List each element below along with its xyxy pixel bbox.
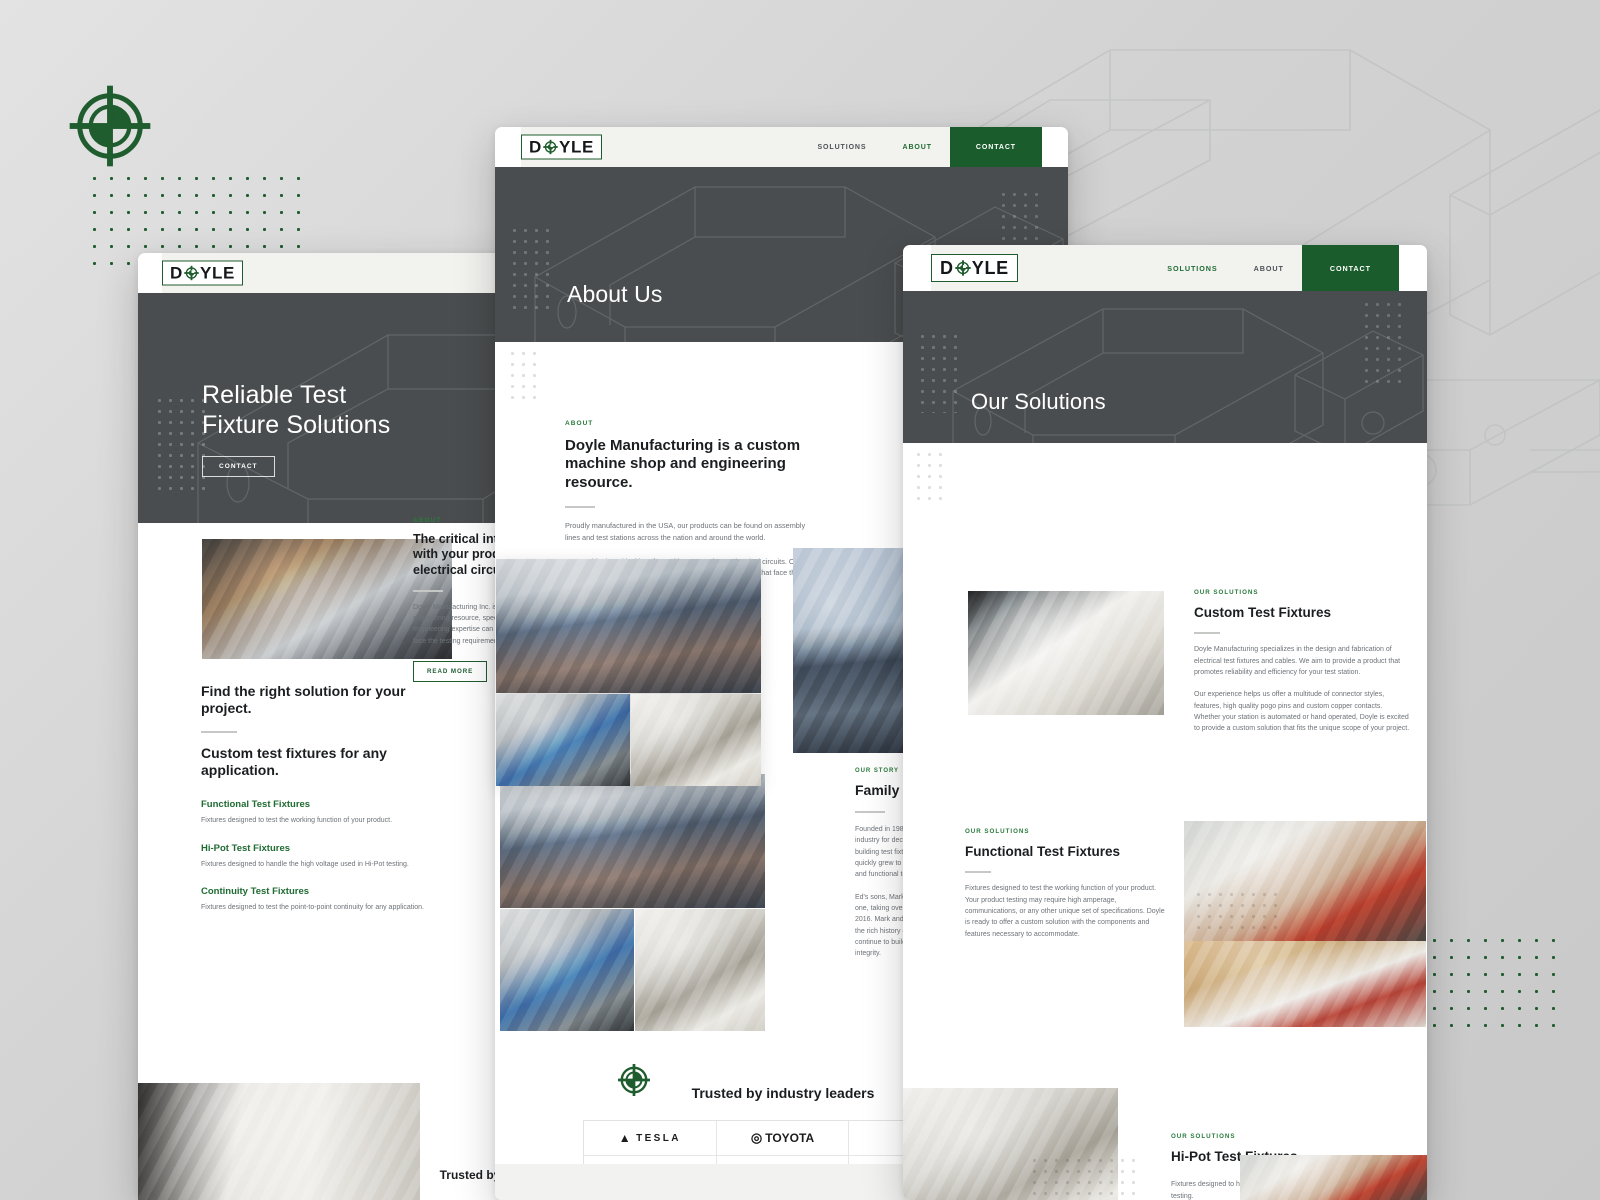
about-site-header: D YLE SOLUTIONS ABOUT CONTACT bbox=[495, 127, 1068, 167]
home-read-more-button[interactable]: READ MORE bbox=[413, 661, 488, 683]
divider-rule bbox=[965, 871, 991, 874]
brand-logo-home[interactable]: D YLE bbox=[162, 260, 244, 286]
brand-letter-d: D bbox=[170, 263, 183, 283]
logo-toyota-label: TOYOTA bbox=[765, 1131, 815, 1146]
solutions-site-header: D YLE SOLUTIONS ABOUT CONTACT bbox=[903, 245, 1427, 291]
service-desc-hipot: Fixtures designed to handle the high vol… bbox=[201, 860, 409, 868]
solutions-bottom-photo-overlap bbox=[1240, 1155, 1427, 1200]
home-hero-title: Reliable Test Fixture Solutions bbox=[202, 381, 391, 439]
about-dot-grid-body bbox=[505, 346, 539, 400]
nav-solutions-solutions[interactable]: SOLUTIONS bbox=[1149, 245, 1235, 291]
crosshair-icon-brand bbox=[184, 265, 199, 281]
service-item-continuity: Continuity Test Fixtures Fixtures design… bbox=[201, 886, 441, 913]
solutions-hero-title: Our Solutions bbox=[971, 389, 1106, 415]
nav-contact-about[interactable]: CONTACT bbox=[949, 127, 1042, 167]
crosshair-icon-brand bbox=[955, 260, 971, 276]
about-trusted-title: Trusted by industry leaders bbox=[691, 1085, 875, 1101]
about-shop-photo bbox=[500, 909, 634, 1031]
about-portrait-photo bbox=[793, 548, 913, 753]
logo-toyota-mark: ◎ bbox=[750, 1130, 763, 1146]
about-fixture-photo-overlap bbox=[631, 694, 761, 786]
nav-contact-solutions[interactable]: CONTACT bbox=[1301, 245, 1399, 291]
solutions-functional-photo-bottom bbox=[1184, 941, 1426, 1027]
crosshair-icon-brand bbox=[543, 139, 558, 155]
about-fixture-photo bbox=[635, 909, 765, 1031]
service-desc-functional: Fixtures designed to test the working fu… bbox=[201, 817, 393, 825]
logo-cell-toyota: ◎ TOYOTA bbox=[716, 1121, 850, 1157]
brand-letter-d: D bbox=[940, 258, 954, 278]
nav-about-solutions[interactable]: ABOUT bbox=[1236, 245, 1302, 291]
solutions-title-2: Functional Test Fixtures bbox=[965, 844, 1121, 859]
crosshair-logo-mark-cta bbox=[617, 1063, 651, 1097]
about-nav[interactable]: SOLUTIONS ABOUT CONTACT bbox=[799, 127, 1042, 167]
brand-logo-solutions[interactable]: D YLE bbox=[931, 254, 1018, 282]
divider-rule bbox=[565, 505, 595, 508]
solutions-hipot-photo-left bbox=[903, 1088, 1118, 1200]
about-hero-title: About Us bbox=[567, 280, 663, 307]
home-hero-contact-button[interactable]: CONTACT bbox=[202, 456, 275, 477]
service-desc-continuity: Fixtures designed to test the point-to-p… bbox=[201, 903, 424, 911]
home-solution-title-2: Custom test fixtures for any application… bbox=[201, 745, 387, 779]
brand-letters-yle: YLE bbox=[199, 263, 236, 283]
solutions-title-1: Custom Test Fixtures bbox=[1194, 605, 1332, 620]
solutions-hero: Our Solutions bbox=[903, 291, 1427, 443]
about-shop-photo-overlap bbox=[496, 694, 630, 786]
solutions-dot-grid-body bbox=[911, 447, 945, 501]
service-title-functional: Functional Test Fixtures bbox=[201, 799, 311, 811]
home-solution-title-1: Find the right solution for your project… bbox=[201, 683, 406, 717]
brand-letter-d: D bbox=[529, 137, 542, 157]
service-item-hipot: Hi-Pot Test Fixtures Fixtures designed t… bbox=[201, 843, 441, 870]
solutions-paragraph-2a: Fixtures designed to test the working fu… bbox=[965, 885, 1165, 938]
crosshair-logo-mark-large bbox=[68, 84, 152, 168]
divider-rule bbox=[201, 731, 237, 734]
mockup-panel-solutions[interactable]: D YLE SOLUTIONS ABOUT CONTACT Our Soluti… bbox=[903, 245, 1427, 1200]
nav-about-about[interactable]: ABOUT bbox=[884, 127, 949, 167]
brand-letters-yle: YLE bbox=[971, 258, 1009, 278]
solutions-eyebrow-1: OUR SOLUTIONS bbox=[1194, 589, 1259, 596]
about-paragraph-1: Proudly manufactured in the USA, our pro… bbox=[565, 520, 806, 542]
about-team-photo bbox=[500, 774, 765, 908]
divider-rule bbox=[413, 589, 443, 592]
service-item-functional: Functional Test Fixtures Fixtures design… bbox=[201, 799, 441, 826]
nav-solutions-about[interactable]: SOLUTIONS bbox=[799, 127, 884, 167]
logo-cell-tesla: ▲ TESLA bbox=[584, 1121, 717, 1157]
logo-tesla-label: TESLA bbox=[636, 1132, 681, 1144]
about-title: Doyle Manufacturing is a custom machine … bbox=[565, 437, 801, 491]
solutions-nav[interactable]: SOLUTIONS ABOUT CONTACT bbox=[1149, 245, 1399, 291]
service-title-continuity: Continuity Test Fixtures bbox=[201, 885, 310, 897]
divider-rule bbox=[1194, 632, 1220, 635]
about-eyebrow: ABOUT bbox=[565, 420, 594, 427]
solutions-custom-photo bbox=[968, 591, 1164, 715]
solutions-functional-photo-top bbox=[1184, 821, 1426, 941]
solutions-eyebrow-3: OUR SOLUTIONS bbox=[1171, 1133, 1236, 1140]
divider-rule bbox=[855, 811, 885, 814]
home-bottom-photo-overlap bbox=[138, 1083, 420, 1200]
solutions-paragraph-1b: Our experience helps us offer a multitud… bbox=[1194, 691, 1410, 733]
solutions-eyebrow-2: OUR SOLUTIONS bbox=[965, 828, 1030, 835]
logo-tesla-mark: ▲ bbox=[618, 1131, 634, 1146]
brand-letters-yle: YLE bbox=[558, 137, 595, 157]
brand-logo-about[interactable]: D YLE bbox=[521, 134, 603, 160]
home-services-list: Functional Test Fixtures Fixtures design… bbox=[201, 799, 441, 913]
service-title-hipot: Hi-Pot Test Fixtures bbox=[201, 842, 291, 854]
solutions-paragraph-1a: Doyle Manufacturing specializes in the d… bbox=[1194, 646, 1401, 677]
about-team-photo-overlap bbox=[496, 559, 761, 693]
